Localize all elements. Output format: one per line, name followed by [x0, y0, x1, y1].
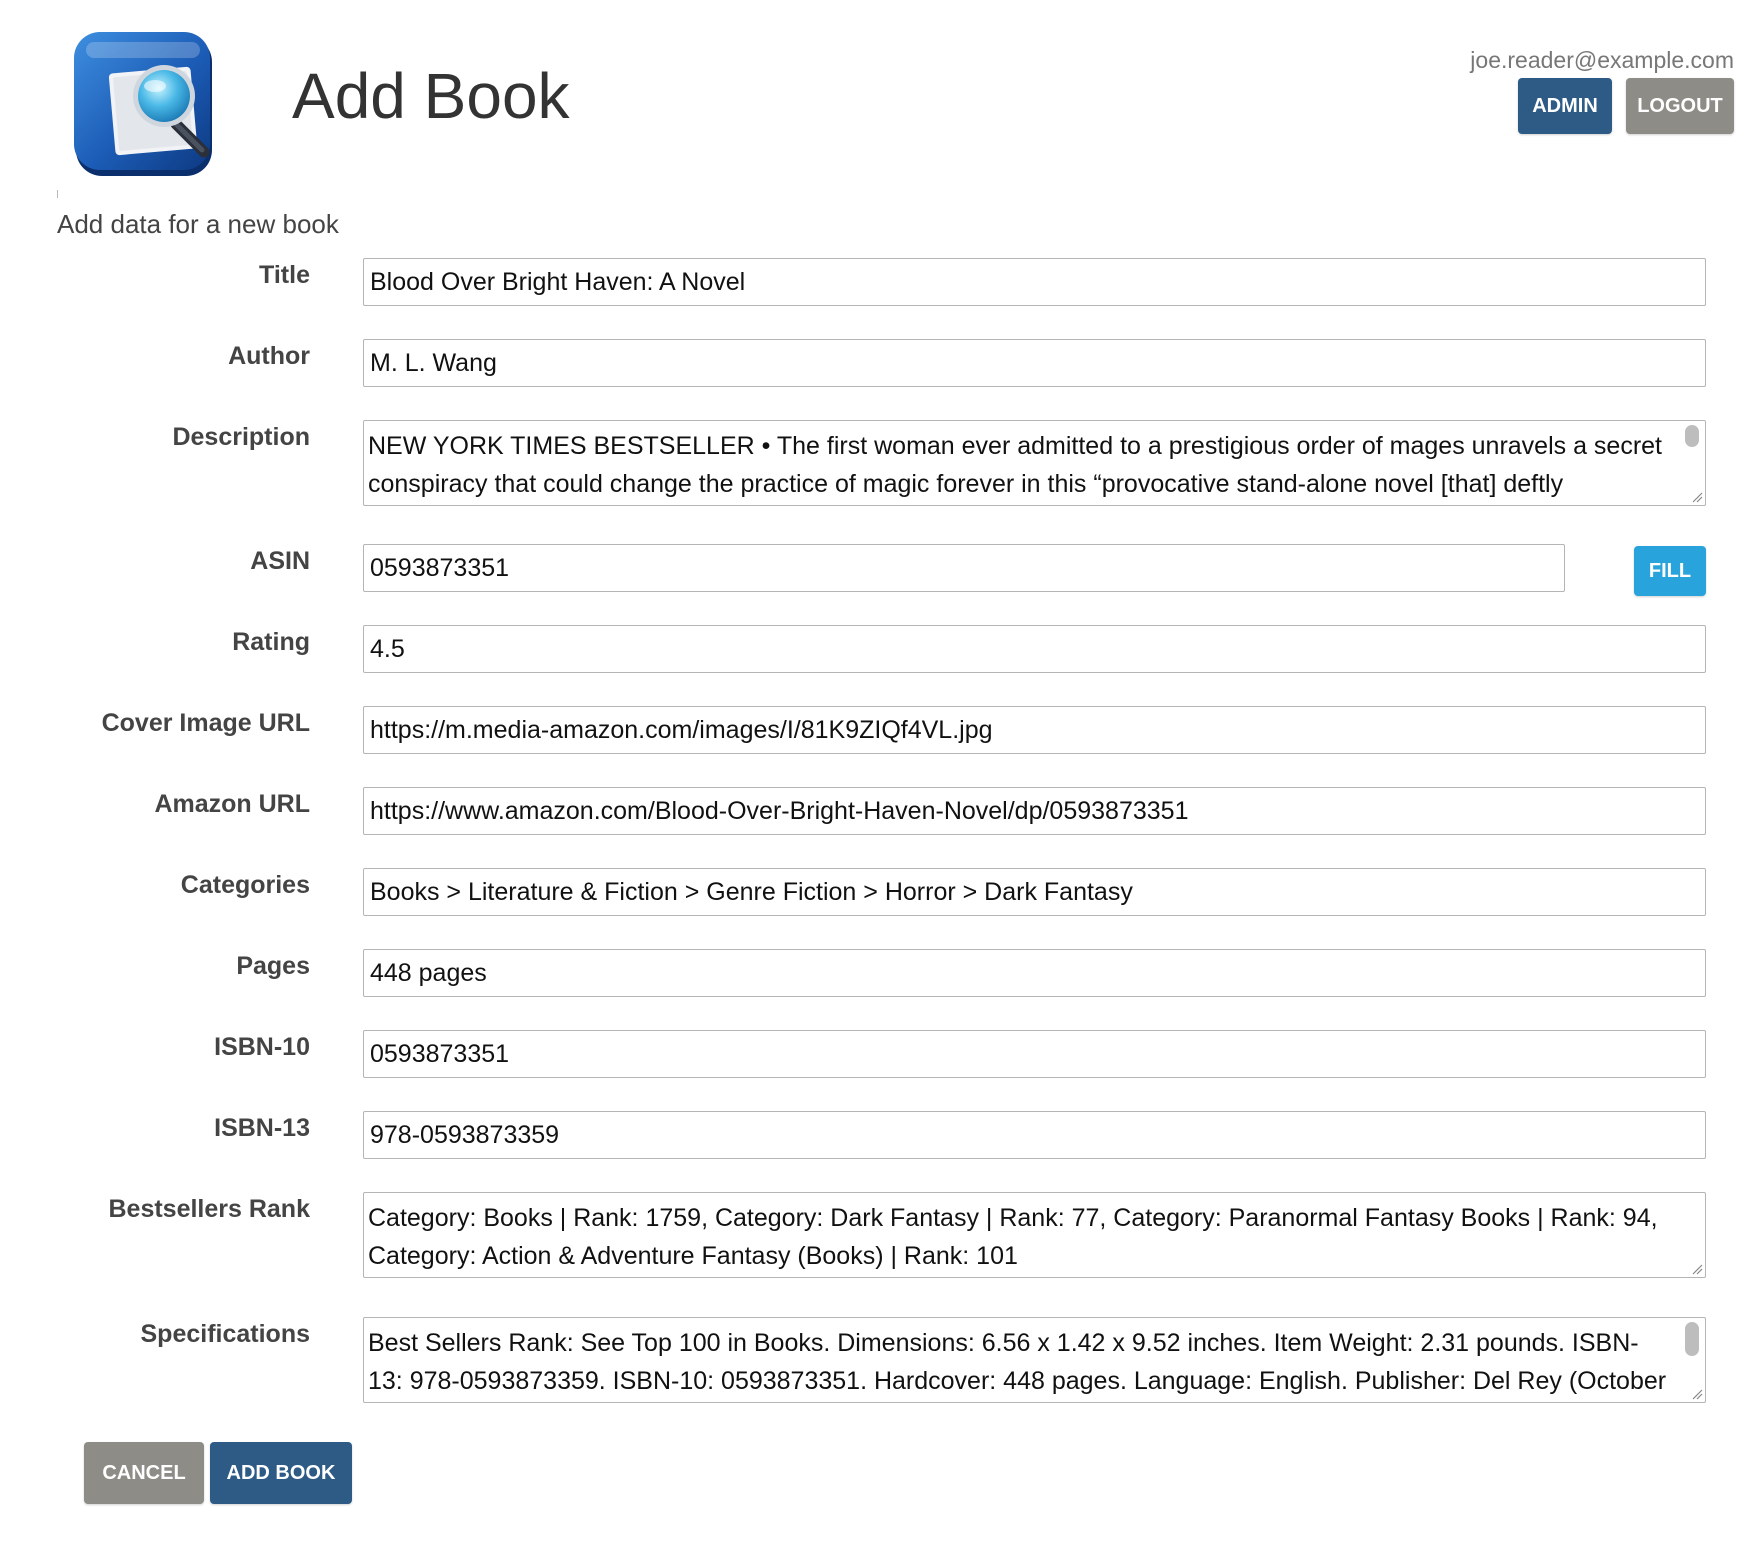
title-field[interactable]: Blood Over Bright Haven: A Novel: [363, 258, 1706, 306]
specifications-label: Specifications: [140, 1320, 311, 1348]
specifications-text: Best Sellers Rank: See Top 100 in Books.…: [368, 1329, 1667, 1395]
isbn10-label: ISBN-10: [214, 1033, 310, 1061]
rating-field[interactable]: 4.5: [363, 625, 1706, 673]
isbn13-field[interactable]: 978-0593873359: [363, 1111, 1706, 1159]
title-label: Title: [259, 261, 310, 289]
cancel-button[interactable]: CANCEL: [84, 1442, 204, 1504]
author-field[interactable]: M. L. Wang: [363, 339, 1706, 387]
logout-button[interactable]: LOGOUT: [1626, 78, 1734, 134]
amazon-url-label: Amazon URL: [154, 790, 310, 818]
description-label: Description: [172, 423, 310, 451]
divider: [57, 190, 58, 198]
bestsellers-rank-field[interactable]: Category: Books | Rank: 1759, Category: …: [363, 1192, 1706, 1278]
page-title: Add Book: [292, 60, 570, 132]
add-book-button[interactable]: ADD BOOK: [210, 1442, 352, 1504]
amazon-url-field[interactable]: https://www.amazon.com/Blood-Over-Bright…: [363, 787, 1706, 835]
cover-image-url-field[interactable]: https://m.media-amazon.com/images/I/81K9…: [363, 706, 1706, 754]
pages-label: Pages: [236, 952, 310, 980]
author-label: Author: [228, 342, 310, 370]
specifications-field[interactable]: Best Sellers Rank: See Top 100 in Books.…: [363, 1317, 1706, 1403]
admin-button[interactable]: ADMIN: [1518, 78, 1612, 134]
categories-label: Categories: [180, 871, 310, 899]
book-search-icon: [72, 32, 224, 182]
asin-field[interactable]: 0593873351: [363, 544, 1565, 592]
isbn10-field[interactable]: 0593873351: [363, 1030, 1706, 1078]
resize-handle-icon[interactable]: [1691, 491, 1703, 503]
isbn13-label: ISBN-13: [214, 1114, 310, 1142]
pages-field[interactable]: 448 pages: [363, 949, 1706, 997]
user-email: joe.reader@example.com: [1470, 47, 1734, 73]
description-field[interactable]: NEW YORK TIMES BESTSELLER • The first wo…: [363, 420, 1706, 506]
asin-label: ASIN: [250, 547, 310, 575]
cover-image-url-label: Cover Image URL: [101, 709, 310, 737]
bestsellers-rank-text: Category: Books | Rank: 1759, Category: …: [368, 1204, 1658, 1270]
resize-handle-icon[interactable]: [1691, 1263, 1703, 1275]
description-scrollbar[interactable]: [1685, 425, 1699, 447]
rating-label: Rating: [232, 628, 310, 656]
categories-field[interactable]: Books > Literature & Fiction > Genre Fic…: [363, 868, 1706, 916]
fill-button[interactable]: FILL: [1634, 546, 1706, 596]
resize-handle-icon[interactable]: [1691, 1388, 1703, 1400]
specifications-scrollbar[interactable]: [1685, 1322, 1699, 1356]
bestsellers-rank-label: Bestsellers Rank: [108, 1195, 310, 1223]
description-text: NEW YORK TIMES BESTSELLER • The first wo…: [368, 432, 1663, 498]
form-subtitle: Add data for a new book: [57, 209, 339, 239]
